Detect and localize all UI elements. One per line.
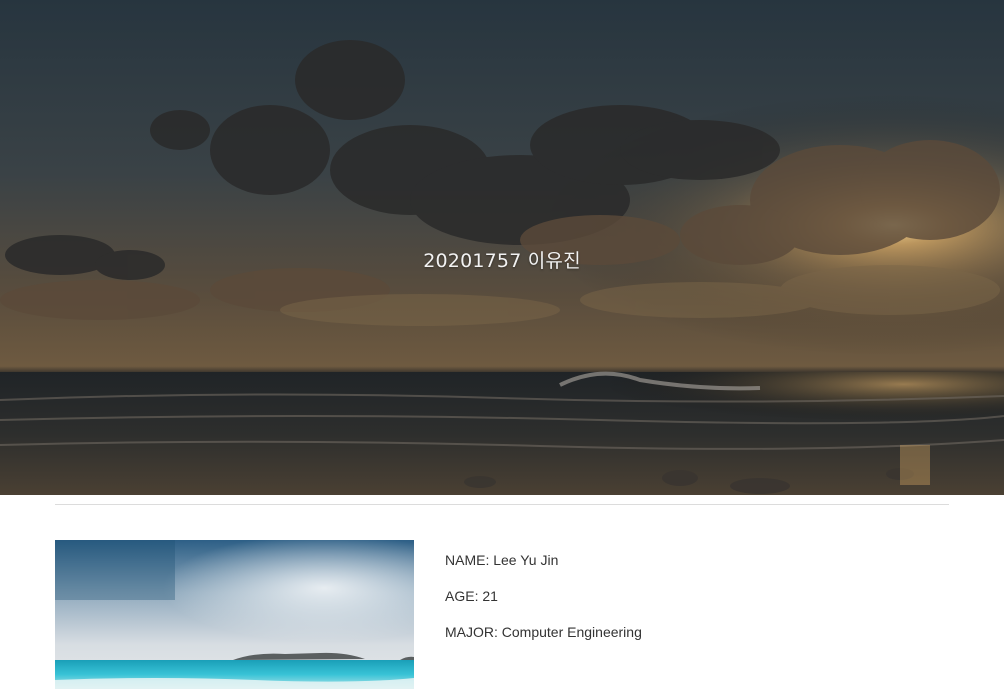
section-divider [55,504,949,505]
name-value: Lee Yu Jin [493,552,559,568]
profile-name-row: NAME: Lee Yu Jin [445,550,642,570]
hero-title: 20201757 이유진 [423,250,581,272]
age-value: 21 [482,588,498,604]
profile-photo [55,540,414,689]
hero-banner: 20201757 이유진 [0,0,1004,495]
major-value: Computer Engineering [501,624,642,640]
profile-major-row: MAJOR: Computer Engineering [445,622,642,642]
name-label: NAME: [445,552,490,568]
page: 20201757 이유진 NAME: Lee Yu Jin AGE: 21 MA… [0,0,1004,689]
major-label: MAJOR: [445,624,498,640]
profile-age-row: AGE: 21 [445,586,642,606]
profile-info: NAME: Lee Yu Jin AGE: 21 MAJOR: Computer… [445,550,642,658]
age-label: AGE: [445,588,479,604]
